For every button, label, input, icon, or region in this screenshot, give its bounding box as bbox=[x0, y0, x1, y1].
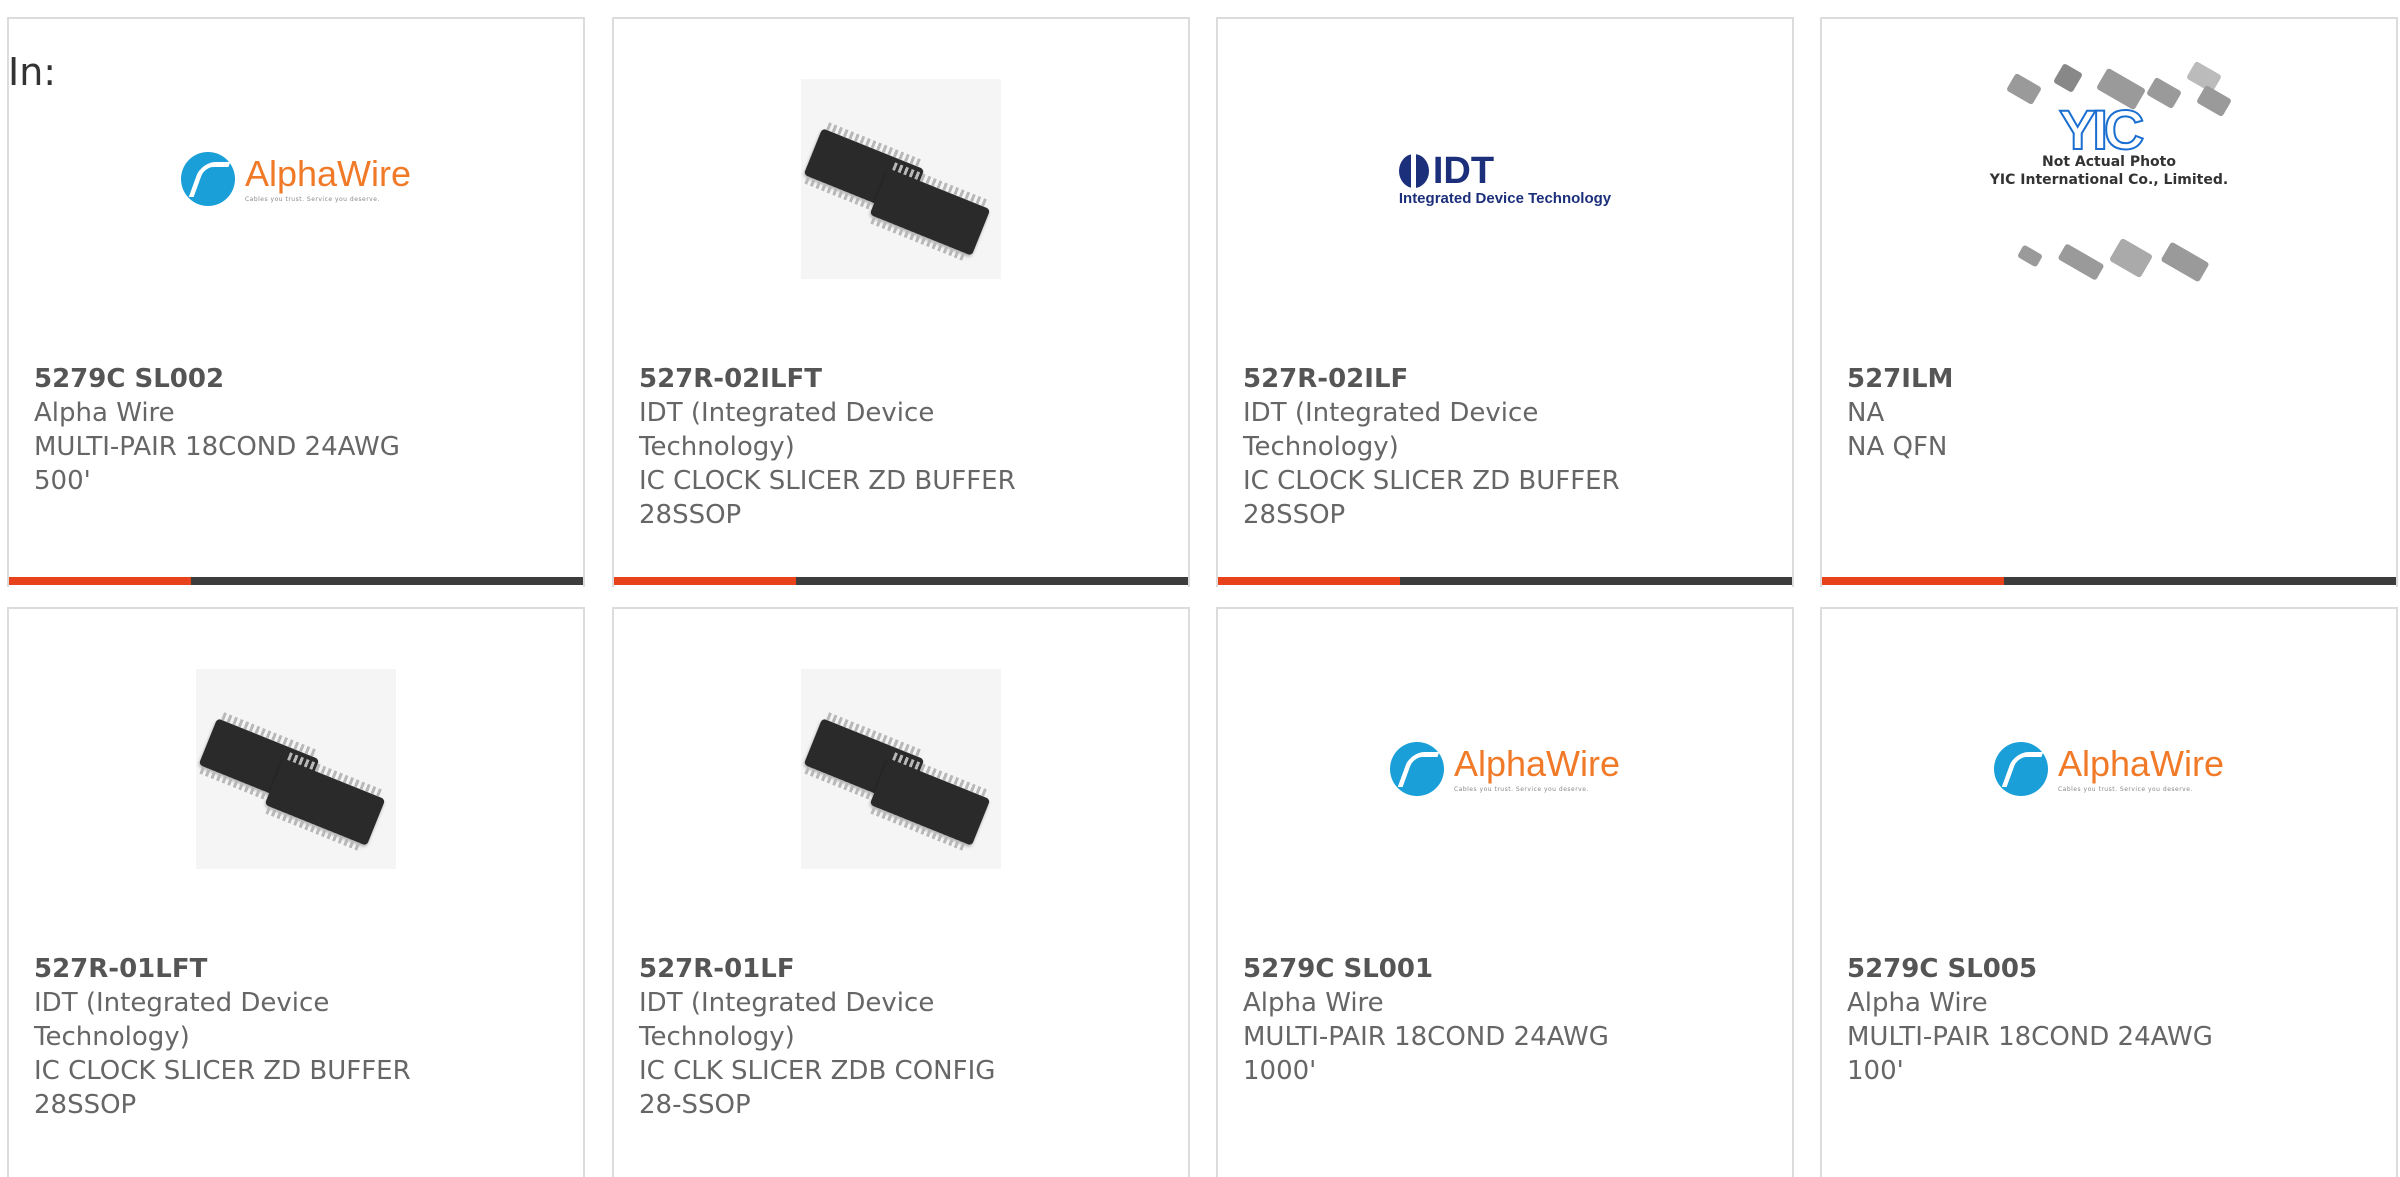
product-card[interactable]: AlphaWire Cables you trust. Service you d… bbox=[1216, 607, 1794, 1177]
description: IC CLOCK SLICER ZD BUFFER 28SSOP bbox=[1243, 466, 1620, 530]
card-bottom-bar bbox=[9, 577, 583, 585]
chip-photo bbox=[801, 79, 1001, 279]
yic-placeholder-image: YIC Not Actual Photo YIC International Co… bbox=[1979, 59, 2239, 299]
alphawire-mark-icon bbox=[180, 152, 235, 206]
manufacturer: Alpha Wire bbox=[1847, 988, 1988, 1018]
alphawire-mark-icon bbox=[1993, 742, 2048, 796]
part-number-link[interactable]: 527ILM bbox=[1847, 362, 2227, 396]
product-card[interactable]: AlphaWire Cables you trust. Service you d… bbox=[7, 17, 585, 587]
product-image[interactable] bbox=[614, 79, 1188, 279]
product-card[interactable]: AlphaWire Cables you trust. Service you d… bbox=[1820, 607, 2398, 1177]
description: IC CLK SLICER ZDB CONFIG 28-SSOP bbox=[639, 1056, 996, 1120]
part-number-link[interactable]: 5279C SL002 bbox=[34, 362, 414, 396]
alphawire-logo: AlphaWire Cables you trust. Service you d… bbox=[1389, 742, 1620, 796]
chip-photo bbox=[196, 669, 396, 869]
product-image[interactable] bbox=[9, 669, 583, 869]
manufacturer: IDT (Integrated Device Technology) bbox=[639, 398, 935, 462]
card-bottom-bar bbox=[1822, 577, 2396, 585]
product-card[interactable]: IDT Integrated Device Technology 527R-02… bbox=[1216, 17, 1794, 587]
product-card[interactable]: 527R-01LF IDT (Integrated Device Technol… bbox=[612, 607, 1190, 1177]
manufacturer: IDT (Integrated Device Technology) bbox=[1243, 398, 1539, 462]
card-bottom-bar bbox=[1218, 577, 1792, 585]
part-number-link[interactable]: 5279C SL001 bbox=[1243, 952, 1623, 986]
idt-logo: IDT Integrated Device Technology bbox=[1398, 149, 1612, 207]
card-bottom-bar bbox=[614, 577, 1188, 585]
product-image[interactable]: IDT Integrated Device Technology bbox=[1218, 79, 1792, 279]
chip-photo bbox=[801, 669, 1001, 869]
product-card[interactable]: 527R-02ILFT IDT (Integrated Device Techn… bbox=[612, 17, 1190, 587]
description: IC CLOCK SLICER ZD BUFFER 28SSOP bbox=[34, 1056, 411, 1120]
product-image[interactable]: AlphaWire Cables you trust. Service you d… bbox=[1218, 669, 1792, 869]
in-label: In: bbox=[8, 50, 57, 94]
alphawire-logo: AlphaWire Cables you trust. Service you d… bbox=[1993, 742, 2224, 796]
manufacturer: Alpha Wire bbox=[34, 398, 175, 428]
description: MULTI-PAIR 18COND 24AWG 1000' bbox=[1243, 1022, 1609, 1086]
description: MULTI-PAIR 18COND 24AWG 100' bbox=[1847, 1022, 2213, 1086]
description: IC CLOCK SLICER ZD BUFFER 28SSOP bbox=[639, 466, 1016, 530]
part-number-link[interactable]: 5279C SL005 bbox=[1847, 952, 2227, 986]
manufacturer: NA bbox=[1847, 398, 1885, 428]
manufacturer: Alpha Wire bbox=[1243, 988, 1384, 1018]
description: MULTI-PAIR 18COND 24AWG 500' bbox=[34, 432, 400, 496]
product-image[interactable] bbox=[614, 669, 1188, 869]
part-number-link[interactable]: 527R-01LFT bbox=[34, 952, 414, 986]
manufacturer: IDT (Integrated Device Technology) bbox=[639, 988, 935, 1052]
alphawire-logo: AlphaWire Cables you trust. Service you d… bbox=[180, 152, 411, 206]
idt-mark-icon bbox=[1398, 153, 1429, 188]
product-image[interactable]: YIC Not Actual Photo YIC International Co… bbox=[1822, 60, 2396, 283]
product-card[interactable]: 527R-01LFT IDT (Integrated Device Techno… bbox=[7, 607, 585, 1177]
manufacturer: IDT (Integrated Device Technology) bbox=[34, 988, 330, 1052]
part-number-link[interactable]: 527R-02ILF bbox=[1243, 362, 1623, 396]
product-card[interactable]: YIC Not Actual Photo YIC International Co… bbox=[1820, 17, 2398, 587]
part-number-link[interactable]: 527R-02ILFT bbox=[639, 362, 1019, 396]
product-image[interactable]: AlphaWire Cables you trust. Service you d… bbox=[9, 79, 583, 279]
part-number-link[interactable]: 527R-01LF bbox=[639, 952, 1019, 986]
product-image[interactable]: AlphaWire Cables you trust. Service you d… bbox=[1822, 669, 2396, 869]
alphawire-mark-icon bbox=[1389, 742, 1444, 796]
description: NA QFN bbox=[1847, 432, 1948, 462]
